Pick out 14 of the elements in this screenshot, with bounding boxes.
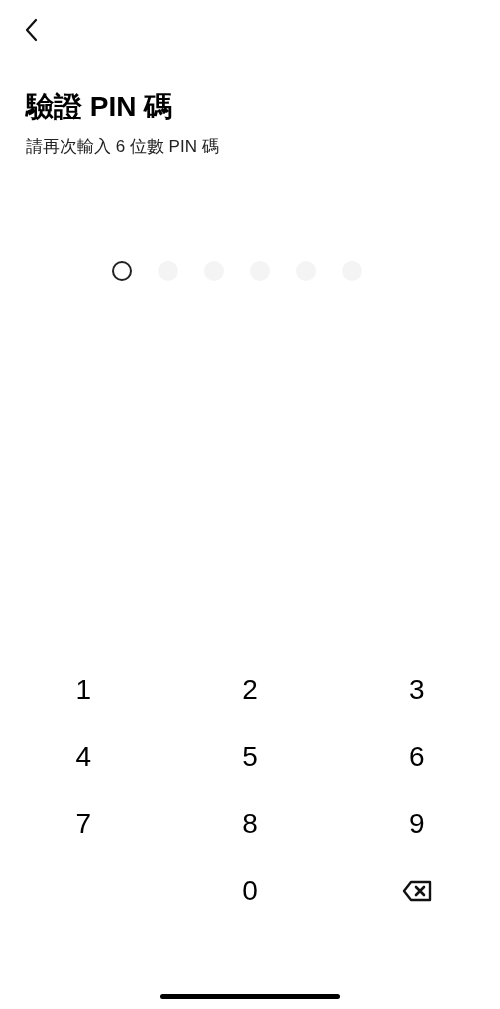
keypad-key[interactable]: 6 — [333, 723, 500, 790]
subtitle: 請再次輸入 6 位數 PIN 碼 — [26, 136, 219, 158]
keypad-key[interactable]: 8 — [166, 790, 334, 857]
keypad-key[interactable]: 1 — [0, 656, 167, 723]
keypad-key[interactable]: 7 — [0, 790, 167, 857]
keypad-key[interactable]: 2 — [166, 656, 334, 723]
backspace-icon — [401, 879, 432, 902]
keypad-key[interactable]: 5 — [166, 723, 334, 790]
page-title: 驗證 PIN 碼 — [26, 90, 173, 124]
keypad-key[interactable]: 9 — [333, 790, 500, 857]
keypad-key[interactable]: 0 — [166, 857, 334, 924]
keypad-key[interactable]: 4 — [0, 723, 167, 790]
keypad-key[interactable]: 3 — [333, 656, 500, 723]
back-icon — [24, 18, 38, 42]
